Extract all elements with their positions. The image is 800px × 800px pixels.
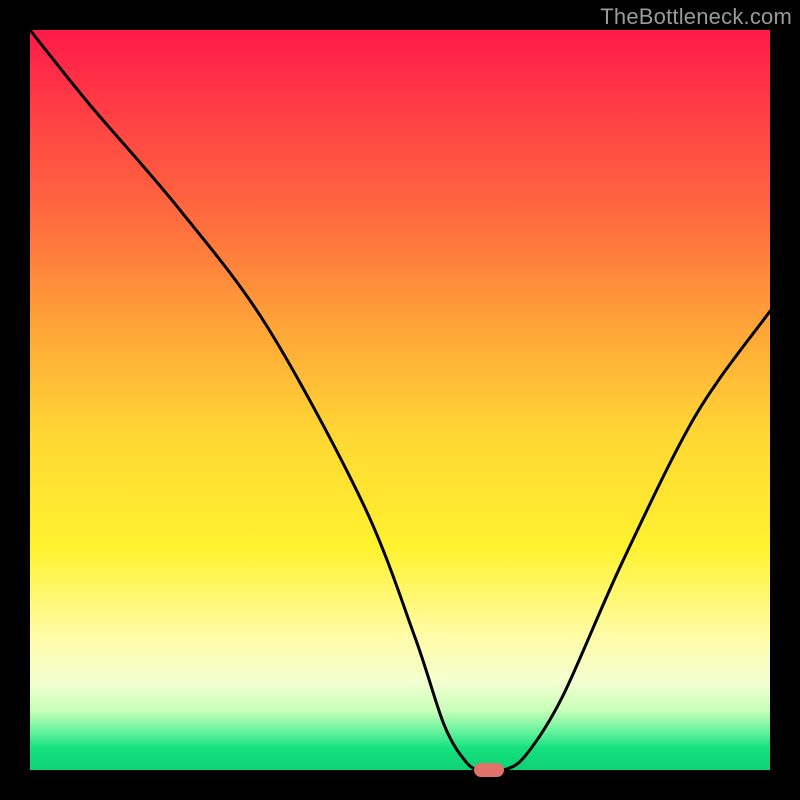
- watermark-text: TheBottleneck.com: [600, 4, 792, 30]
- bottleneck-curve: [30, 30, 770, 770]
- minimum-marker: [474, 763, 504, 777]
- chart-frame: TheBottleneck.com: [0, 0, 800, 800]
- plot-background: [30, 30, 770, 770]
